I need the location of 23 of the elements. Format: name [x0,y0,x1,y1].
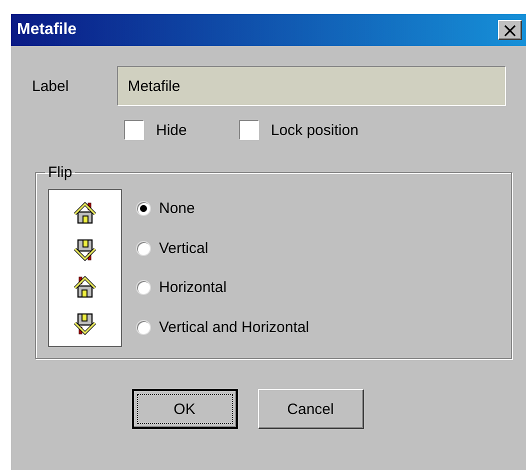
radio-label: Vertical [159,240,208,257]
house-icon [73,312,97,336]
radio-label: None [159,200,195,218]
radio-label: Horizontal [159,279,227,296]
house-icon [73,274,97,298]
cancel-button[interactable]: Cancel [258,389,364,429]
close-button[interactable]: × [498,20,522,40]
ok-button[interactable]: OK [132,389,238,429]
radio-button[interactable] [136,240,151,256]
group-title: Flip [47,164,74,181]
checkbox-label: Hide [156,122,187,138]
house-icon [73,238,97,262]
checkbox[interactable] [124,120,144,140]
label-field[interactable]: Metafile [116,66,506,106]
checkbox-label: Lock position [270,122,358,138]
radio-button[interactable] [136,320,151,335]
radio-button[interactable] [136,280,151,296]
window-title: Metafile [17,21,77,39]
checkbox[interactable] [238,120,259,140]
radio-label: Vertical and Horizontal [159,318,310,336]
house-icon [73,200,97,224]
radio-button[interactable] [136,201,151,216]
field-label: Label [32,78,69,94]
